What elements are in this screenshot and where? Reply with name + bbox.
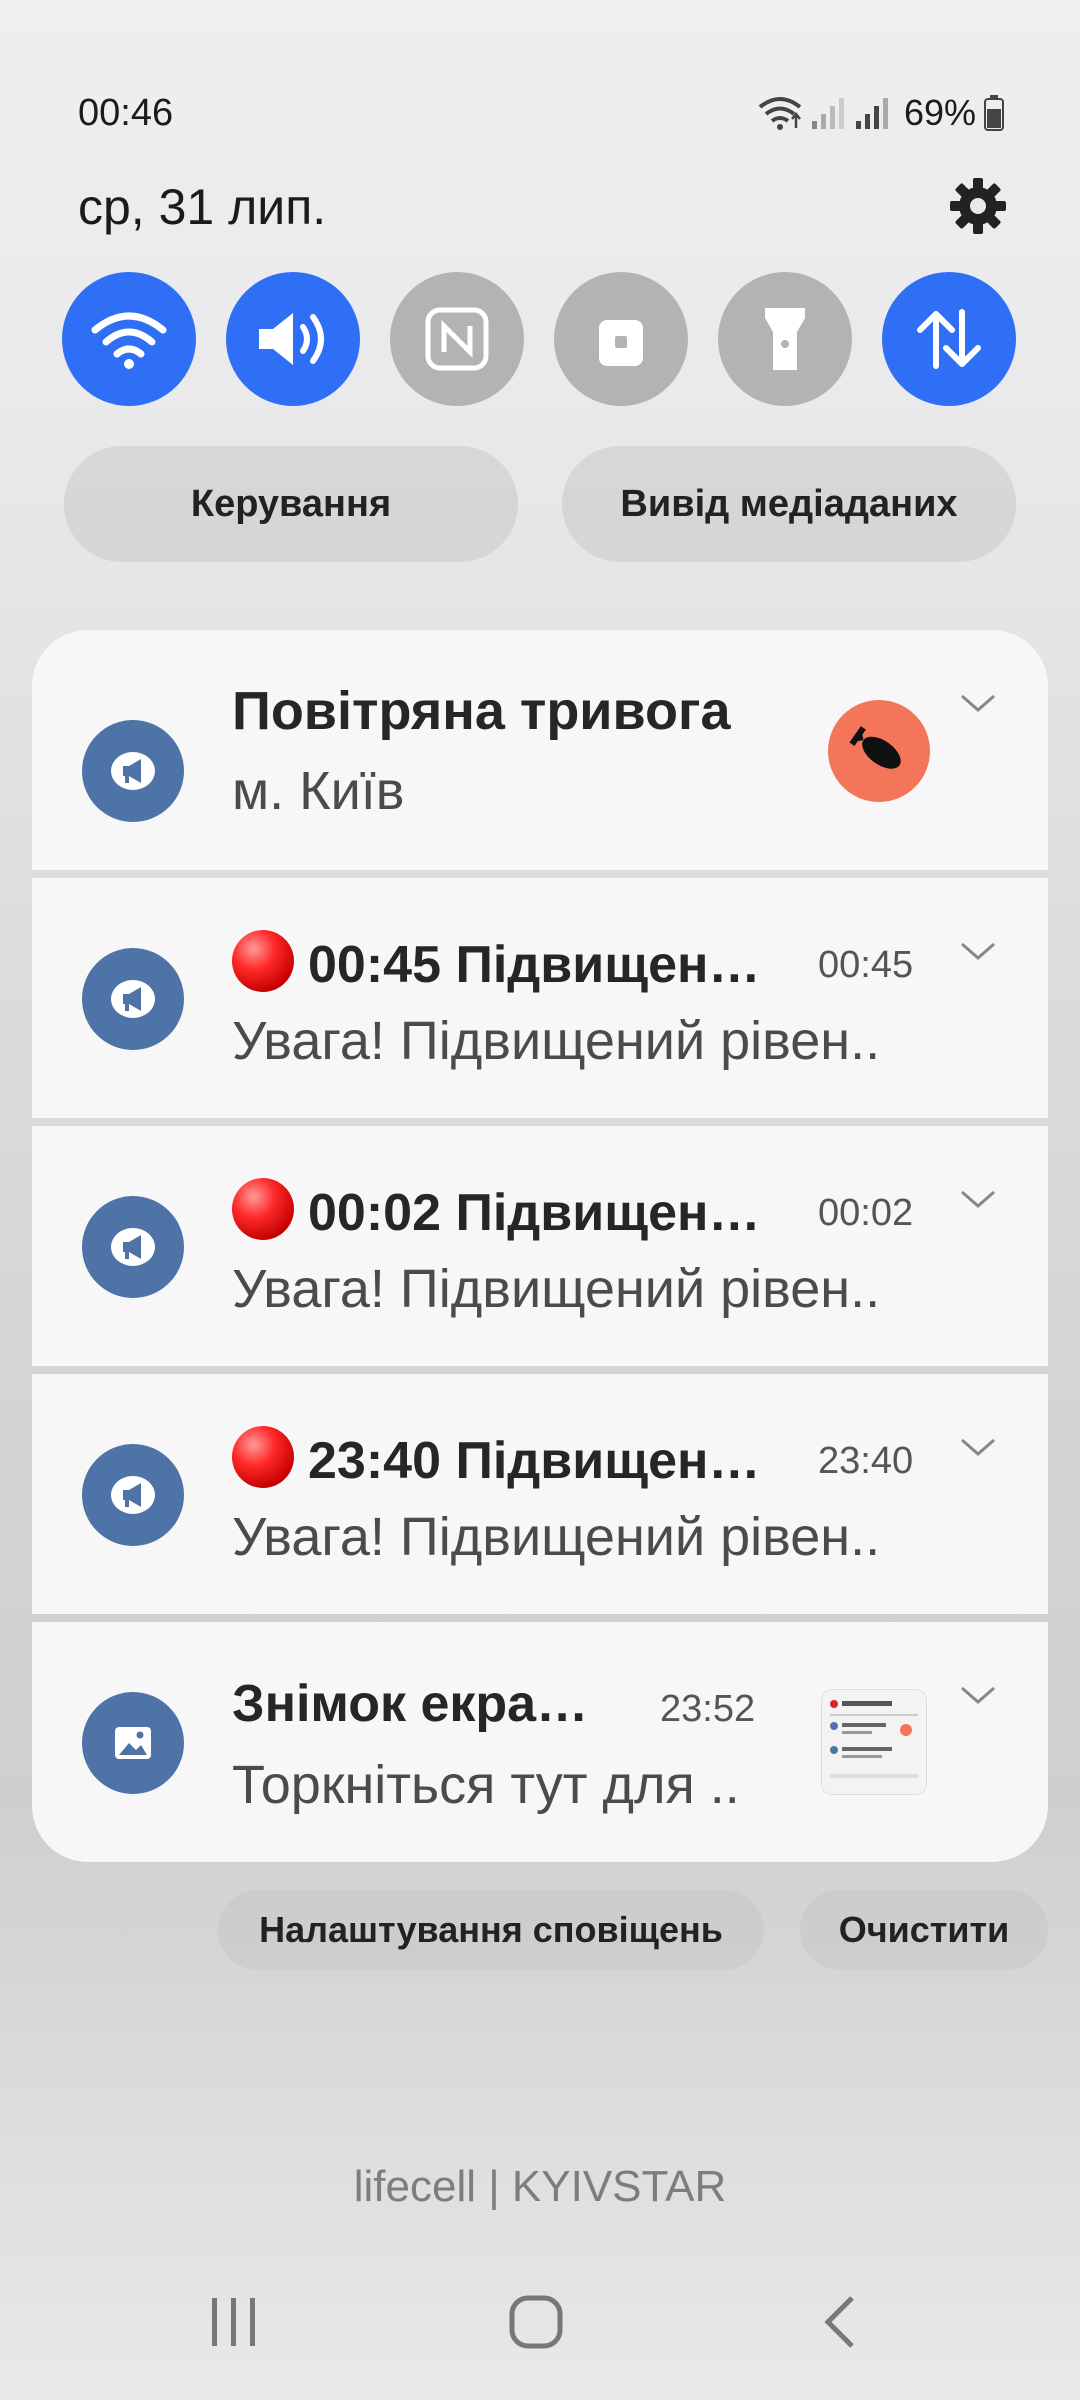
navigation-bar <box>0 2290 1080 2360</box>
notification-radiation-1[interactable]: 00:45 Підвищен… 00:45 Увага! Підвищений … <box>32 878 1048 1118</box>
notification-title: 00:02 Підвищен… <box>232 1178 760 1243</box>
lock-icon <box>599 320 643 366</box>
clear-all-button[interactable]: Очистити <box>800 1890 1048 1970</box>
notification-body: м. Київ <box>232 761 405 821</box>
image-icon <box>115 1727 151 1759</box>
speaker-icon <box>259 313 324 365</box>
date: ср, 31 лип. <box>78 179 327 235</box>
megaphone-icon <box>111 752 155 790</box>
flashlight-icon <box>765 308 805 370</box>
notification-body: Увага! Підвищений рівен.. <box>232 1011 881 1071</box>
notification-radiation-2[interactable]: 00:02 Підвищен… 00:02 Увага! Підвищений … <box>32 1126 1048 1366</box>
bomb-icon <box>849 726 901 769</box>
screenshot-preview-image <box>822 1690 926 1794</box>
screenshot-thumbnail <box>822 1690 926 1794</box>
app-icon <box>82 1196 184 1298</box>
back-icon[interactable] <box>822 2294 858 2350</box>
notification-body: Увага! Підвищений рівен.. <box>232 1259 881 1319</box>
notification-time: 23:40 <box>818 1440 914 1482</box>
notification-radiation-3[interactable]: 23:40 Підвищен… 23:40 Увага! Підвищений … <box>32 1374 1048 1614</box>
notification-panel: Повітряна тривога м. Київ 00:45 Підвищен… <box>32 630 1048 1870</box>
notification-title: 23:40 Підвищен… <box>232 1426 760 1491</box>
notification-time: 00:02 <box>818 1192 914 1234</box>
data-arrows-icon <box>917 309 981 369</box>
wifi-icon <box>91 312 167 369</box>
mobile-data-toggle[interactable] <box>882 272 1016 406</box>
notification-body: Торкніться тут для .. <box>232 1755 740 1815</box>
clock: 00:46 <box>78 92 174 134</box>
notification-title: Повітряна тривога <box>232 681 731 741</box>
carrier-label: lifecell | KYIVSTAR <box>353 2162 727 2211</box>
cell-signal-2-icon <box>855 98 888 129</box>
notification-settings-button[interactable]: Налаштування сповіщень <box>218 1890 764 1970</box>
notification-title-text: 00:45 Підвищен… <box>308 936 761 994</box>
chevron-down-icon[interactable] <box>958 1186 998 1212</box>
media-output-button[interactable]: Вивід медіаданих <box>562 446 1016 562</box>
status-icons: 69% <box>758 92 1004 134</box>
chevron-down-icon[interactable] <box>958 1434 998 1460</box>
chevron-down-icon[interactable] <box>958 1682 998 1708</box>
nfc-toggle[interactable] <box>390 272 524 406</box>
red-circle-icon <box>232 930 294 992</box>
notification-air-alert[interactable]: Повітряна тривога м. Київ <box>32 630 1048 870</box>
recent-apps-icon[interactable] <box>208 2294 260 2350</box>
red-circle-icon <box>232 1426 294 1488</box>
nfc-icon <box>425 307 489 371</box>
chevron-down-icon[interactable] <box>958 938 998 964</box>
notification-body: Увага! Підвищений рівен.. <box>232 1507 881 1567</box>
megaphone-icon <box>111 1476 155 1514</box>
notification-title: 00:45 Підвищен… <box>232 930 760 995</box>
notification-time: 23:52 <box>660 1688 756 1730</box>
megaphone-icon <box>111 980 155 1018</box>
notification-title: Знімок екра… <box>232 1675 589 1733</box>
settings-gear-icon[interactable] <box>948 176 1008 236</box>
media-pills: Керування Вивід медіаданих <box>64 446 1016 562</box>
notification-screenshot[interactable]: Знімок екра… 23:52 Торкніться тут для .. <box>32 1622 1048 1862</box>
device-control-button[interactable]: Керування <box>64 446 518 562</box>
megaphone-icon <box>111 1228 155 1266</box>
chevron-down-icon[interactable] <box>958 690 998 716</box>
notification-time: 00:45 <box>818 944 914 986</box>
bomb-badge <box>828 700 930 802</box>
app-icon <box>82 1444 184 1546</box>
battery-icon <box>984 95 1004 131</box>
home-icon[interactable] <box>508 2294 564 2350</box>
red-circle-icon <box>232 1178 294 1240</box>
wifi-signal-icon <box>758 97 802 130</box>
quick-settings <box>62 272 1016 406</box>
wifi-toggle[interactable] <box>62 272 196 406</box>
app-icon <box>82 1692 184 1794</box>
cell-signal-1-icon <box>811 98 844 129</box>
battery-percent: 69% <box>903 92 976 133</box>
flashlight-toggle[interactable] <box>718 272 852 406</box>
sound-toggle[interactable] <box>226 272 360 406</box>
notification-title-text: 00:02 Підвищен… <box>308 1184 761 1242</box>
app-icon <box>82 720 184 822</box>
notification-title-text: 23:40 Підвищен… <box>308 1432 761 1490</box>
screen-lock-toggle[interactable] <box>554 272 688 406</box>
status-bar: 00:46 69% <box>78 92 1004 144</box>
app-icon <box>82 948 184 1050</box>
